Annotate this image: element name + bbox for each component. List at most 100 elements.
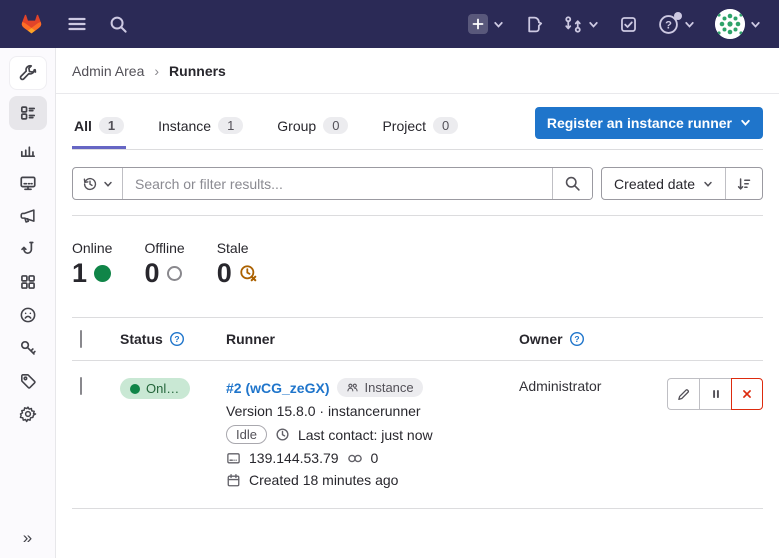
linked-projects-count: 0 (371, 450, 379, 466)
sidebar-item-deploy-keys[interactable] (9, 332, 47, 363)
offline-count: 0 (144, 258, 159, 289)
tab-project-count: 0 (433, 117, 458, 134)
breadcrumb-runners: Runners (169, 63, 226, 79)
sidebar-item-applications[interactable] (9, 266, 47, 297)
row-checkbox[interactable] (80, 377, 82, 395)
sidebar-collapse-button[interactable]: » (0, 528, 55, 548)
owner-help-icon[interactable]: ? (569, 331, 585, 347)
gear-icon (19, 405, 37, 423)
chevron-down-icon (684, 19, 695, 30)
stat-offline: Offline 0 (144, 240, 184, 289)
pencil-icon (676, 387, 691, 402)
stat-online: Online 1 (72, 240, 112, 289)
hamburger-menu-icon[interactable] (67, 14, 87, 34)
delete-runner-button[interactable] (731, 378, 763, 410)
computer-icon (226, 451, 241, 466)
monitor-icon (19, 174, 37, 192)
search-history-dropdown[interactable] (73, 168, 123, 199)
breadcrumb-separator: › (154, 63, 159, 79)
sidebar-item-system-hooks[interactable] (9, 233, 47, 264)
last-contact: Last contact: just now (298, 427, 433, 443)
online-dot-icon (94, 265, 111, 282)
runner-status-stats: Online 1 Offline 0 Sta (72, 216, 763, 295)
search-input[interactable] (123, 168, 552, 199)
tab-project[interactable]: Project 0 (380, 102, 460, 149)
tab-instance-count: 1 (218, 117, 243, 134)
history-icon (82, 176, 98, 192)
todos-button[interactable] (619, 15, 638, 34)
instance-type-badge: Instance (337, 378, 422, 397)
sidebar-item-labels[interactable] (9, 365, 47, 396)
sidebar-item-admin[interactable] (9, 56, 47, 90)
sidebar-item-monitoring[interactable] (9, 167, 47, 198)
merge-request-icon (563, 15, 583, 34)
users-icon (346, 381, 359, 394)
user-menu-button[interactable] (715, 9, 761, 39)
admin-runners-page: ? (0, 0, 779, 558)
sort-descending-icon (736, 176, 752, 192)
runners-table: Status ? Runner Owner ? (72, 317, 763, 509)
select-all-checkbox[interactable] (80, 330, 82, 348)
search-submit-button[interactable] (552, 168, 592, 199)
stale-count: 0 (217, 258, 232, 289)
tab-instance[interactable]: Instance 1 (156, 102, 245, 149)
sort-field-dropdown[interactable]: Created date (602, 168, 725, 199)
search-icon[interactable] (109, 15, 128, 34)
stat-stale: Stale 0 (217, 240, 258, 289)
sort-direction-button[interactable] (725, 168, 762, 199)
label-tag-icon (19, 372, 37, 390)
tab-group-count: 0 (323, 117, 348, 134)
owner-link[interactable]: Administrator (519, 378, 601, 394)
notification-dot (674, 12, 682, 20)
sidebar-item-settings[interactable] (9, 398, 47, 429)
issues-icon (524, 15, 543, 34)
avatar (715, 9, 745, 39)
status-badge: Online (120, 378, 190, 399)
chevron-down-icon (750, 19, 761, 30)
issues-button[interactable] (524, 15, 543, 34)
sidebar-item-analytics[interactable] (9, 134, 47, 165)
merge-requests-button[interactable] (563, 15, 599, 34)
tab-group[interactable]: Group 0 (275, 102, 350, 149)
tab-all[interactable]: All 1 (72, 102, 126, 149)
tab-all-count: 1 (99, 117, 124, 134)
sidebar-item-messages[interactable] (9, 200, 47, 231)
runner-link[interactable]: #2 (wCG_zeGX) (226, 380, 329, 396)
admin-sidebar: » (0, 48, 56, 558)
runner-row: Online #2 (wCG_zeGX) Instance (72, 361, 763, 509)
idle-badge: Idle (226, 425, 267, 444)
filter-bar: Created date (72, 167, 763, 200)
pause-icon (709, 387, 723, 401)
table-header: Status ? Runner Owner ? (72, 317, 763, 361)
svg-text:?: ? (574, 334, 579, 344)
clock-icon (275, 427, 290, 442)
edit-runner-button[interactable] (667, 378, 699, 410)
svg-text:?: ? (665, 19, 672, 31)
chevron-down-icon (103, 179, 113, 189)
created-ago: Created 18 minutes ago (249, 472, 398, 488)
gitlab-logo-icon[interactable] (18, 11, 45, 37)
sidebar-item-abuse-reports[interactable] (9, 299, 47, 330)
new-menu-button[interactable] (468, 14, 504, 34)
megaphone-icon (19, 207, 37, 225)
chevron-down-icon (588, 19, 599, 30)
breadcrumb: Admin Area › Runners (56, 48, 779, 94)
overview-icon (19, 104, 37, 122)
main-content: Admin Area › Runners All 1 Instance 1 (56, 48, 779, 558)
register-instance-runner-button[interactable]: Register an instance runner (535, 107, 763, 139)
help-menu-button[interactable]: ? (658, 14, 695, 35)
calendar-icon (226, 473, 241, 488)
svg-text:?: ? (174, 334, 179, 344)
key-icon (19, 339, 37, 357)
link-icon (347, 452, 363, 465)
hook-icon (19, 240, 37, 258)
search-icon (564, 175, 581, 192)
todo-check-icon (619, 15, 638, 34)
breadcrumb-admin-area[interactable]: Admin Area (72, 63, 144, 79)
runner-type-tabs: All 1 Instance 1 Group 0 Project 0 (72, 102, 763, 150)
runner-version: Version 15.8.0 · instancerunner (226, 403, 519, 419)
status-help-icon[interactable]: ? (169, 331, 185, 347)
pause-runner-button[interactable] (699, 378, 731, 410)
sidebar-item-overview[interactable] (9, 96, 47, 130)
offline-ring-icon (167, 266, 182, 281)
